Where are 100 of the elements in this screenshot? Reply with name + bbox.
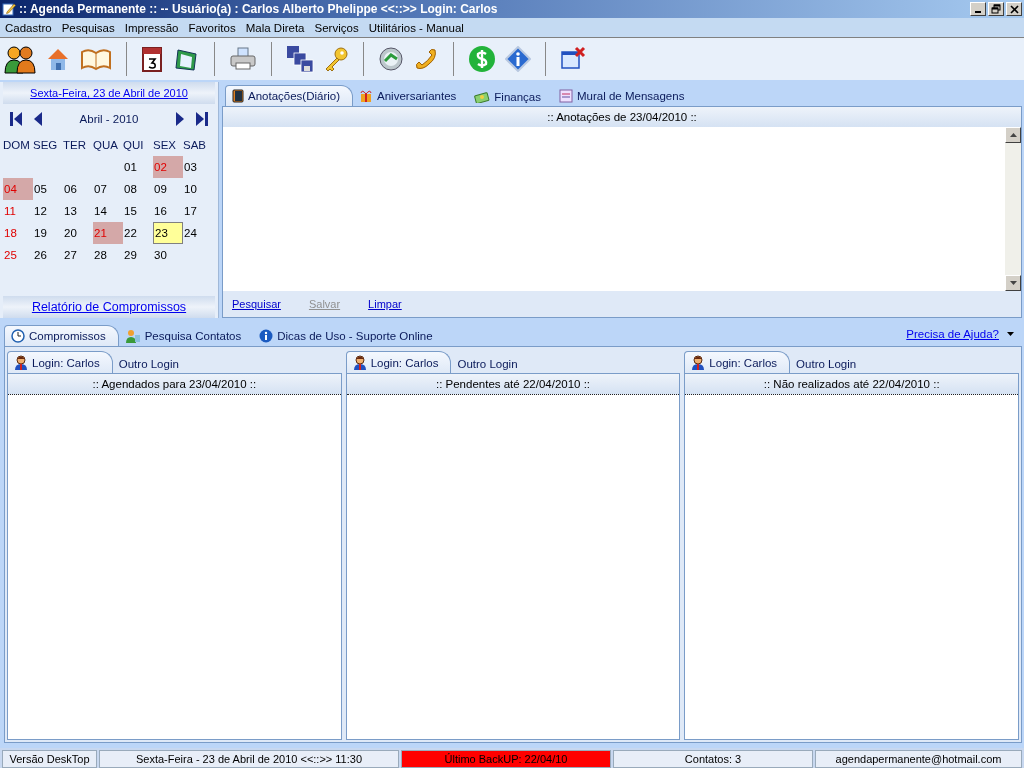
tab[interactable]: Compromissos [4, 325, 119, 346]
restore-button[interactable] [988, 2, 1004, 16]
contacts-icon [124, 329, 141, 343]
users-icon[interactable] [4, 44, 36, 74]
key-icon[interactable] [323, 46, 349, 72]
user-icon [691, 355, 706, 370]
floppy-disks-icon[interactable] [286, 45, 314, 73]
weekday-label: TER [63, 138, 87, 153]
calendar-day[interactable]: 24 [183, 222, 213, 244]
tab[interactable]: Anotações(Diário) [225, 85, 354, 106]
menu-item[interactable]: Utilitários - Manual [368, 21, 464, 34]
next-month-button[interactable] [175, 111, 185, 127]
window-title: :: Agenda Permanente :: -- Usuário(a) : Carlos Alberto Phelippe <<::>> Login: Carlos [19, 2, 498, 16]
calendar-day[interactable]: 06 [63, 178, 93, 200]
status-text: Versão DeskTop [2, 750, 97, 768]
calendar-day[interactable]: 15 [123, 200, 153, 222]
gift-icon [359, 89, 374, 103]
tab[interactable]: Pesquisa Contatos [118, 326, 254, 346]
tab[interactable]: Login: Carlos [7, 351, 113, 373]
calendar-day[interactable]: 17 [183, 200, 213, 222]
menu-item[interactable]: Pesquisas [61, 21, 115, 34]
notepad-pencil-icon [2, 2, 16, 16]
tab[interactable]: Outro Login [112, 355, 191, 373]
scrollbar[interactable] [1005, 127, 1021, 291]
info-icon [259, 329, 274, 343]
book-icon [232, 89, 244, 103]
open-book-icon[interactable] [80, 46, 112, 72]
last-month-button[interactable] [195, 111, 209, 127]
calendar-day[interactable]: 29 [123, 244, 153, 266]
calendar-day[interactable]: 18 [3, 222, 33, 244]
close-button[interactable] [1006, 2, 1022, 16]
menu-item[interactable]: Impressão [124, 21, 179, 34]
tab[interactable]: Dicas de Uso - Suporte Online [253, 326, 445, 346]
first-month-button[interactable] [9, 111, 23, 127]
minimize-button[interactable] [970, 2, 986, 16]
scroll-up-button[interactable] [1005, 127, 1021, 143]
status-text: agendapermanente@hotmail.com [815, 750, 1022, 768]
calendar-day[interactable]: 25 [3, 244, 33, 266]
dollar-icon[interactable] [468, 45, 496, 73]
tab[interactable]: Login: Carlos [345, 351, 452, 373]
close-window-icon[interactable] [560, 46, 586, 72]
calendar-day[interactable]: 05 [33, 178, 63, 200]
info-icon[interactable] [505, 46, 531, 72]
tab[interactable]: Login: Carlos [684, 351, 791, 373]
month-label: Abril - 2010 [78, 113, 140, 125]
message-board-icon [559, 89, 573, 103]
caret-icon[interactable] [1007, 332, 1014, 336]
tab[interactable]: Finanças [468, 88, 553, 106]
notes-header: :: Anotações de 23/04/2010 :: [223, 107, 1021, 127]
tab[interactable]: Mural de Mensagens [553, 86, 697, 106]
money-icon [474, 91, 491, 103]
calendar-day[interactable]: 16 [153, 200, 183, 222]
calendar-day[interactable]: 01 [123, 156, 153, 178]
menu-item[interactable]: Favoritos [188, 21, 236, 34]
list-header: :: Não realizados até 22/04/2010 :: [685, 374, 1018, 395]
calendar-day[interactable]: 13 [63, 200, 93, 222]
calendar-icon[interactable] [141, 45, 163, 73]
weekday-label: DOM [3, 138, 31, 153]
calendar-day[interactable]: 08 [123, 178, 153, 200]
tab[interactable]: Outro Login [790, 355, 869, 373]
weekday-label: QUA [93, 138, 119, 153]
close-icon [1009, 4, 1019, 14]
calendar-day[interactable]: 09 [153, 178, 183, 200]
status-text: Sexta-Feira - 23 de Abril de 2010 <<::>> 11:30 [99, 750, 399, 768]
caret-up-icon [1009, 133, 1017, 137]
calendar-day[interactable]: 30 [153, 244, 183, 266]
calendar-day[interactable]: 11 [3, 200, 33, 222]
calendar-day[interactable]: 12 [33, 200, 63, 222]
list-header: :: Pendentes até 22/04/2010 :: [346, 374, 680, 395]
menu-item[interactable]: Cadastro [5, 21, 52, 34]
tab[interactable]: Aniversariantes [353, 86, 469, 106]
calendar-day[interactable]: 28 [93, 244, 123, 266]
calendar-day[interactable]: 23 [153, 222, 183, 244]
weekday-label: QUI [123, 138, 145, 153]
printer-icon[interactable] [229, 47, 257, 71]
calendar-day[interactable]: 03 [183, 156, 213, 178]
clock-icon [11, 329, 25, 343]
calendar-day[interactable]: 27 [63, 244, 93, 266]
help-link[interactable]: Precisa de Ajuda? [906, 328, 999, 340]
menu-item[interactable]: Mala Direta [245, 21, 305, 34]
action-link[interactable]: Pesquisar [232, 298, 281, 310]
tab[interactable]: Outro Login [451, 355, 530, 373]
calendar-day[interactable]: 26 [33, 244, 63, 266]
weekday-label: SEX [153, 138, 177, 153]
caret-down-icon [1009, 281, 1017, 285]
status-text: Último BackUP: 22/04/10 [401, 750, 611, 768]
weekday-label: SAB [183, 138, 207, 153]
calendar-day[interactable]: 19 [33, 222, 63, 244]
calendar-day[interactable]: 10 [183, 178, 213, 200]
calendar-day[interactable]: 22 [123, 222, 153, 244]
calendar-day[interactable]: 20 [63, 222, 93, 244]
calendar-day[interactable]: 07 [93, 178, 123, 200]
menu-item[interactable]: Serviços [314, 21, 359, 34]
action-link[interactable]: Limpar [368, 298, 402, 310]
calendar-day[interactable]: 14 [93, 200, 123, 222]
scroll-down-button[interactable] [1005, 275, 1021, 291]
previous-month-button[interactable] [33, 111, 43, 127]
status-text: Contatos: 3 [613, 750, 813, 768]
list-header: :: Agendados para 23/04/2010 :: [8, 374, 341, 395]
phone-icon[interactable] [413, 46, 439, 72]
